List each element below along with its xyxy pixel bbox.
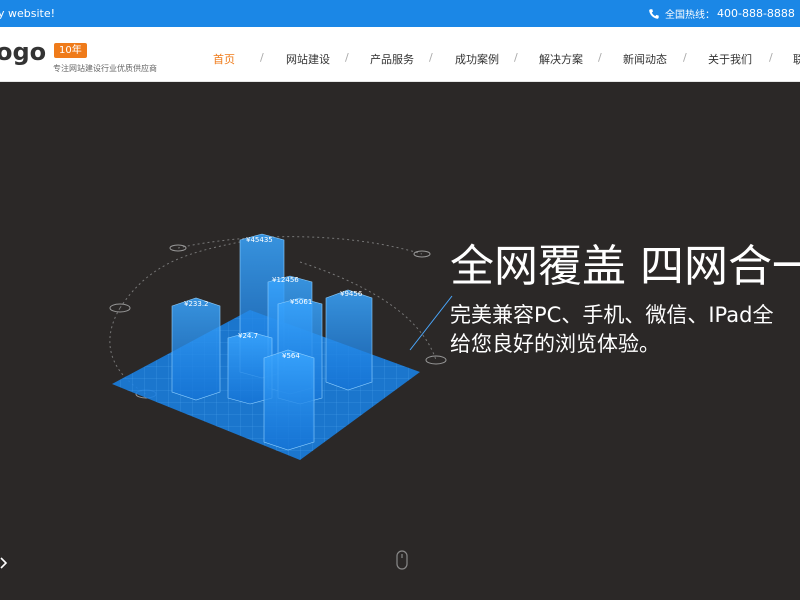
nav-item-about[interactable]: 关于我们 xyxy=(708,51,752,67)
chart-value-label: ¥5061 xyxy=(290,298,312,306)
chart-value-label: ¥45435 xyxy=(246,236,273,244)
hero-title: 全网覆盖 四网合一 xyxy=(450,241,800,292)
hotline: 全国热线： 400-888-8888 江苏 xyxy=(648,6,800,21)
chart-value-label: ¥564 xyxy=(282,352,300,360)
isometric-chart-illustration: ¥45435 ¥12456 ¥5061 ¥9456 ¥233.2 ¥24.7 ¥… xyxy=(109,233,453,460)
nav-separator: / xyxy=(429,51,433,64)
mouse-scroll-icon[interactable] xyxy=(396,550,408,570)
chart-value-label: ¥233.2 xyxy=(184,300,209,308)
hero-banner[interactable]: ¥45435 ¥12456 ¥5061 ¥9456 ¥233.2 ¥24.7 ¥… xyxy=(0,82,800,600)
hotline-number[interactable]: 400-888-8888 xyxy=(717,7,795,20)
nav-separator: / xyxy=(345,51,349,64)
nav-item-news[interactable]: 新闻动态 xyxy=(623,51,667,67)
nav-item-website-building[interactable]: 网站建设 xyxy=(286,51,330,67)
hero-subtitle-line2: 给您良好的浏览体验。 xyxy=(450,332,660,356)
tagline: 专注网站建设行业优质供应商 xyxy=(53,64,157,73)
years-badge: 10年 xyxy=(54,43,87,58)
site-header: ogo 10年 专注网站建设行业优质供应商 首页 / 网站建设 / 产品服务 /… xyxy=(0,27,800,82)
nav-item-cases[interactable]: 成功案例 xyxy=(455,51,499,67)
nav-item-solutions[interactable]: 解决方案 xyxy=(539,51,583,67)
nav-item-contact[interactable]: 联 xyxy=(793,51,800,67)
logo[interactable]: ogo xyxy=(0,38,46,66)
chart-value-label: ¥12456 xyxy=(272,276,299,284)
chart-value-label: ¥9456 xyxy=(340,290,363,298)
nav-separator: / xyxy=(514,51,518,64)
welcome-text: y website! xyxy=(0,7,56,20)
nav-separator: / xyxy=(769,51,773,64)
top-bar: y website! 全国热线： 400-888-8888 江苏 xyxy=(0,0,800,27)
chevron-left-icon[interactable] xyxy=(0,556,8,570)
nav-separator: / xyxy=(683,51,687,64)
nav-item-products[interactable]: 产品服务 xyxy=(370,51,414,67)
hotline-label: 全国热线： xyxy=(665,10,715,21)
chart-value-label: ¥24.7 xyxy=(238,332,258,340)
nav-item-home[interactable]: 首页 xyxy=(213,51,235,67)
hero-subtitle-line1: 完美兼容PC、手机、微信、IPad全 xyxy=(450,303,774,327)
nav-separator: / xyxy=(260,51,264,64)
nav-separator: / xyxy=(598,51,602,64)
phone-icon xyxy=(649,8,659,19)
